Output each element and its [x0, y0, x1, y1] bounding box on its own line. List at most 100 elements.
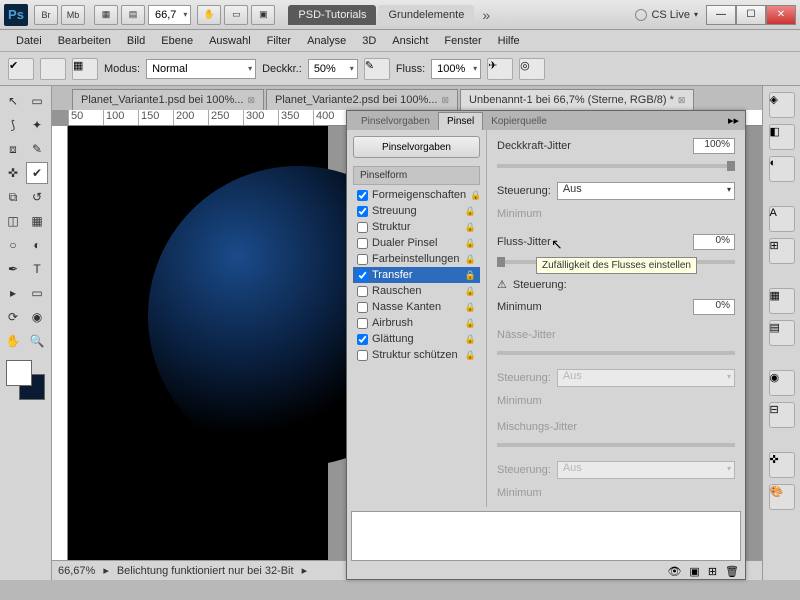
zoom-readout[interactable]: 66,67% [58, 565, 95, 577]
blend-mode-dropdown[interactable]: Normal [146, 59, 256, 79]
checkbox[interactable] [357, 334, 368, 345]
brush-option-transfer[interactable]: Transfer🔒 [353, 267, 480, 283]
menu-fenster[interactable]: Fenster [436, 35, 489, 47]
opacity-pressure-icon[interactable]: ✎ [364, 58, 390, 80]
lock-icon[interactable]: 🔒 [465, 222, 476, 233]
maximize-button[interactable]: ☐ [736, 5, 766, 25]
checkbox[interactable] [357, 190, 368, 201]
fluss-jitter-value[interactable]: 0% [693, 234, 735, 250]
menu-hilfe[interactable]: Hilfe [490, 35, 528, 47]
brush-option-struktur-schützen[interactable]: Struktur schützen🔒 [353, 347, 480, 363]
deckkraft-jitter-slider[interactable] [497, 164, 735, 168]
styles-panel-icon[interactable]: ✜ [769, 452, 795, 478]
deckkraft-jitter-value[interactable]: 100% [693, 138, 735, 154]
screen-mode-button[interactable]: ▣ [251, 5, 275, 25]
delete-icon[interactable]: 🗑 [725, 565, 739, 578]
arrange-button[interactable]: ▭ [224, 5, 248, 25]
info-panel-icon[interactable]: ▤ [769, 320, 795, 346]
brush-preset-picker[interactable] [40, 58, 66, 80]
menu-bild[interactable]: Bild [119, 35, 153, 47]
menu-auswahl[interactable]: Auswahl [201, 35, 259, 47]
checkbox[interactable] [357, 222, 368, 233]
lock-icon[interactable]: 🔒 [465, 318, 476, 329]
menu-ebene[interactable]: Ebene [153, 35, 201, 47]
eyedropper-tool[interactable]: ✎ [26, 138, 48, 160]
brush-option-airbrush[interactable]: Airbrush🔒 [353, 315, 480, 331]
menu-bearbeiten[interactable]: Bearbeiten [50, 35, 119, 47]
eraser-tool[interactable]: ◫ [2, 210, 24, 232]
checkbox[interactable] [357, 206, 368, 217]
document-tab[interactable]: Unbenannt-1 bei 66,7% (Sterne, RGB/8) *⊠ [460, 89, 694, 110]
zoom-level-dropdown[interactable]: 66,7 [148, 5, 191, 25]
lock-icon[interactable]: 🔒 [465, 270, 476, 281]
stamp-tool[interactable]: ⧉ [2, 186, 24, 208]
adjustments-icon[interactable]: ◐ [769, 156, 795, 182]
brush-tool-icon[interactable]: ✔ [8, 58, 34, 80]
checkbox[interactable] [357, 318, 368, 329]
menu-3d[interactable]: 3D [354, 35, 384, 47]
lock-icon[interactable]: 🔒 [465, 238, 476, 249]
steuerung-dropdown[interactable]: Aus [557, 182, 735, 200]
brush-tool[interactable]: ✔ [26, 162, 48, 184]
brush-option-farbeinstellungen[interactable]: Farbeinstellungen🔒 [353, 251, 480, 267]
fluss-min-value[interactable]: 0% [693, 299, 735, 315]
layer-panel-icon[interactable]: ⊞ [769, 238, 795, 264]
lock-icon[interactable]: 🔒 [470, 190, 481, 201]
workspace-tab[interactable]: PSD-Tutorials [288, 5, 376, 25]
shape-tool[interactable]: ▭ [26, 282, 48, 304]
menu-datei[interactable]: Datei [8, 35, 50, 47]
lasso-tool[interactable]: ⟆ [2, 114, 24, 136]
checkbox[interactable] [357, 254, 368, 265]
new-icon[interactable]: ⊞ [708, 565, 717, 578]
brush-option-rauschen[interactable]: Rauschen🔒 [353, 283, 480, 299]
layers-panel-icon[interactable]: ◈ [769, 92, 795, 118]
checkbox[interactable] [357, 350, 368, 361]
document-tab[interactable]: Planet_Variante2.psd bei 100%...⊠ [266, 89, 458, 110]
brush-option-streuung[interactable]: Streuung🔒 [353, 203, 480, 219]
preset-button[interactable]: Pinselvorgaben [353, 136, 480, 158]
view-extras-button[interactable]: ▦ [94, 5, 118, 25]
chevron-right-icon[interactable]: » [482, 7, 490, 23]
toggle-preview-icon[interactable]: 👁 [667, 565, 681, 578]
brush-panel-toggle[interactable]: ▦ [72, 58, 98, 80]
checkbox[interactable] [357, 302, 368, 313]
healing-tool[interactable]: ✜ [2, 162, 24, 184]
lock-icon[interactable]: 🔒 [465, 350, 476, 361]
pen-tool[interactable]: ✒ [2, 258, 24, 280]
cs-live[interactable]: CS Live▾ [635, 9, 698, 21]
lock-icon[interactable]: 🔒 [465, 302, 476, 313]
close-icon[interactable]: ⊠ [247, 95, 255, 106]
actions-panel-icon[interactable]: ⊟ [769, 402, 795, 428]
dodge-tool[interactable]: ◐ [26, 234, 48, 256]
workspace-tab[interactable]: Grundelemente [378, 5, 474, 25]
tab-pinsel[interactable]: Pinsel [438, 112, 483, 130]
marquee-tool[interactable]: ▭ [26, 90, 48, 112]
tablet-pressure-icon[interactable]: ◎ [519, 58, 545, 80]
hand-tool[interactable]: ✋ [2, 330, 24, 352]
menu-filter[interactable]: Filter [259, 35, 299, 47]
brush-option-formeigenschaften[interactable]: Formeigenschaften🔒 [353, 187, 480, 203]
hand-tool-shortcut[interactable]: ✋ [197, 5, 221, 25]
brush-option-dualer-pinsel[interactable]: Dualer Pinsel🔒 [353, 235, 480, 251]
bridge-button[interactable]: Br [34, 5, 58, 25]
airbrush-icon[interactable]: ✈ [487, 58, 513, 80]
checkbox[interactable] [357, 286, 368, 297]
navigator-panel-icon[interactable]: 🎨 [769, 484, 795, 510]
menu-analyse[interactable]: Analyse [299, 35, 354, 47]
lock-icon[interactable]: 🔒 [465, 334, 476, 345]
lock-icon[interactable]: 🔒 [465, 206, 476, 217]
new-preset-icon[interactable]: ▣ [689, 565, 699, 578]
type-tool[interactable]: T [26, 258, 48, 280]
color-panel-icon[interactable]: ◧ [769, 124, 795, 150]
character-panel-icon[interactable]: A [769, 206, 795, 232]
document-canvas[interactable] [68, 126, 328, 560]
color-swatches[interactable] [6, 360, 45, 400]
path-select-tool[interactable]: ▸ [2, 282, 24, 304]
document-tab[interactable]: Planet_Variante1.psd bei 100%...⊠ [72, 89, 264, 110]
history-panel-icon[interactable]: ◉ [769, 370, 795, 396]
flow-field[interactable]: 100% [431, 59, 481, 79]
checkbox[interactable] [357, 238, 368, 249]
lock-icon[interactable]: 🔒 [465, 286, 476, 297]
close-icon[interactable]: ⊠ [678, 95, 686, 106]
tab-pinselvorgaben[interactable]: Pinselvorgaben [353, 113, 438, 130]
